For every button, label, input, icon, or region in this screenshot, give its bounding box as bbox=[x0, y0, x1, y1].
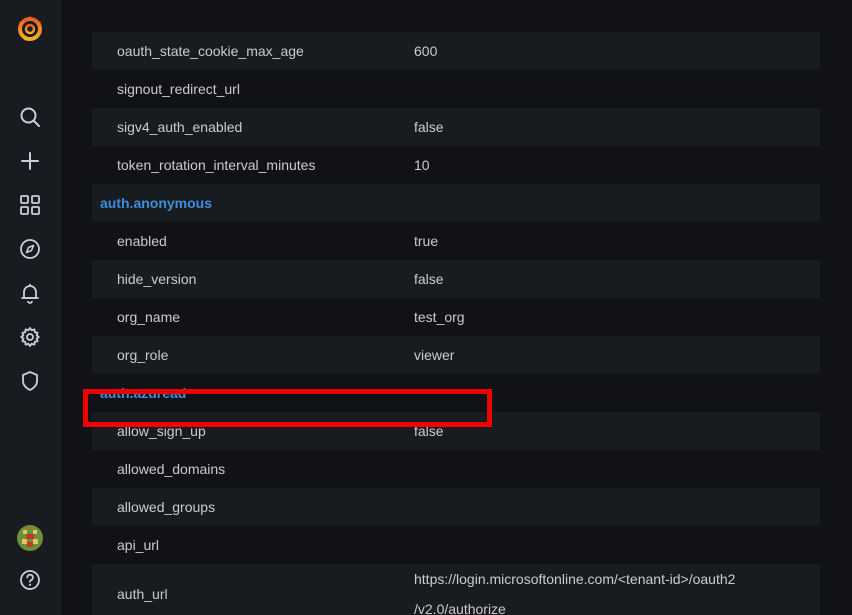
search-icon[interactable] bbox=[0, 97, 60, 137]
setting-key: auth_url bbox=[117, 586, 168, 602]
table-row: oauth_state_cookie_max_age 600 bbox=[92, 32, 820, 70]
table-row: enabled true bbox=[92, 222, 820, 260]
alerting-bell-icon[interactable] bbox=[0, 273, 60, 313]
setting-key: allowed_groups bbox=[117, 499, 216, 515]
plus-icon[interactable] bbox=[0, 141, 60, 181]
table-row: signout_redirect_url bbox=[92, 70, 820, 108]
setting-key: hide_version bbox=[117, 271, 197, 287]
setting-value: true bbox=[414, 233, 439, 249]
table-row: auth_url https://login.microsoftonline.c… bbox=[92, 564, 820, 615]
table-row: hide_version false bbox=[92, 260, 820, 298]
setting-key: oauth_state_cookie_max_age bbox=[117, 43, 304, 59]
table-row: allow_sign_up false bbox=[92, 412, 820, 450]
table-row: allowed_groups bbox=[92, 488, 820, 526]
setting-key: allow_sign_up bbox=[117, 423, 206, 439]
help-question-icon[interactable] bbox=[0, 560, 60, 600]
section-header-auth-anonymous: auth.anonymous bbox=[92, 184, 820, 222]
table-row bbox=[92, 0, 820, 32]
setting-value: false bbox=[414, 119, 444, 135]
setting-key: api_url bbox=[117, 537, 160, 553]
table-row: token_rotation_interval_minutes 10 bbox=[92, 146, 820, 184]
setting-key: enabled bbox=[117, 233, 167, 249]
setting-value-line: https://login.microsoftonline.com/<tenan… bbox=[414, 571, 736, 587]
side-menu bbox=[0, 0, 61, 615]
setting-value: 600 bbox=[414, 43, 438, 59]
explore-compass-icon[interactable] bbox=[0, 229, 60, 269]
table-row: org_role viewer bbox=[92, 336, 820, 374]
server-settings-page: oauth_state_cookie_max_age 600 signout_r… bbox=[60, 0, 852, 615]
settings-table: oauth_state_cookie_max_age 600 signout_r… bbox=[92, 0, 820, 615]
setting-key: org_name bbox=[117, 309, 181, 325]
setting-key: allowed_domains bbox=[117, 461, 226, 477]
setting-key: signout_redirect_url bbox=[117, 81, 240, 97]
configuration-gear-icon[interactable] bbox=[0, 317, 60, 357]
setting-value-line: /v2.0/authorize bbox=[414, 601, 506, 615]
setting-value: test_org bbox=[414, 309, 465, 325]
setting-key: org_role bbox=[117, 347, 169, 363]
grafana-logo-icon[interactable] bbox=[0, 8, 60, 48]
setting-value: 10 bbox=[414, 157, 430, 173]
user-avatar-icon[interactable] bbox=[0, 518, 60, 558]
table-row: api_url bbox=[92, 526, 820, 564]
setting-key: sigv4_auth_enabled bbox=[117, 119, 243, 135]
table-row: allowed_domains bbox=[92, 450, 820, 488]
setting-value: viewer bbox=[414, 347, 455, 363]
section-header-auth-azuread: auth.azuread bbox=[100, 385, 187, 401]
dashboards-grid-icon[interactable] bbox=[0, 185, 60, 225]
table-row: org_name test_org bbox=[92, 298, 820, 336]
setting-value: false bbox=[414, 423, 444, 439]
setting-key: token_rotation_interval_minutes bbox=[117, 157, 316, 173]
setting-value: false bbox=[414, 271, 444, 287]
setting-value: https://login.microsoftonline.com/<tenan… bbox=[414, 564, 820, 615]
server-admin-shield-icon[interactable] bbox=[0, 361, 60, 401]
table-row: sigv4_auth_enabled false bbox=[92, 108, 820, 146]
